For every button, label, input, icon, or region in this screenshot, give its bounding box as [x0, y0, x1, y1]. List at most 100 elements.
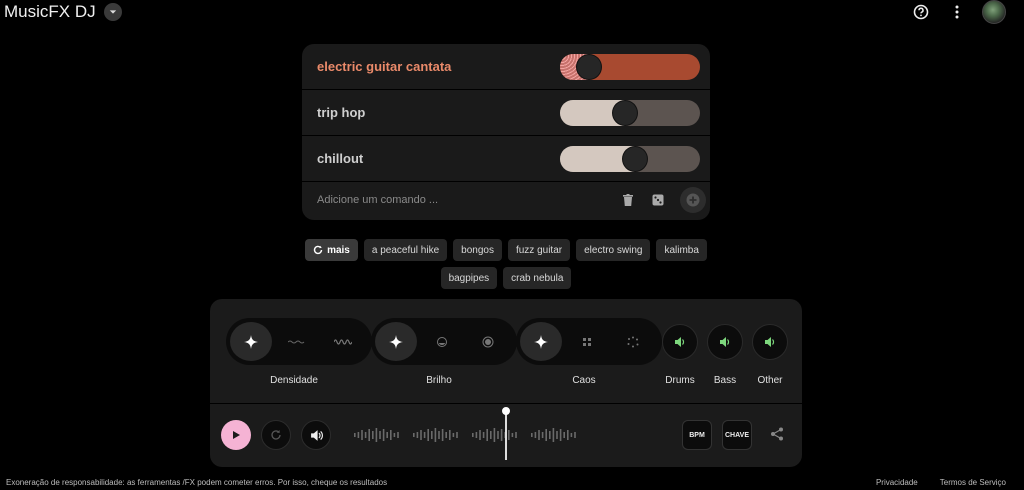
- prompt-weight-slider[interactable]: [560, 53, 700, 80]
- stem-other-toggle[interactable]: [752, 324, 788, 360]
- density-auto-option[interactable]: [230, 322, 272, 361]
- chaos-low-option[interactable]: [566, 322, 608, 361]
- prompt-weight-slider[interactable]: [560, 99, 700, 126]
- add-prompt-button[interactable]: [680, 187, 706, 213]
- prompt-row: chillout: [302, 136, 710, 182]
- density-group: [226, 318, 372, 365]
- dice-icon[interactable]: [650, 192, 666, 208]
- privacy-link[interactable]: Privacidade: [876, 478, 918, 487]
- waveform-bar: [445, 432, 447, 438]
- waveform-bar: [416, 432, 419, 438]
- header-actions: [910, 0, 1006, 24]
- suggestion-chips: mais a peaceful hike bongos fuzz guitar …: [300, 239, 712, 289]
- brightness-group: [371, 318, 517, 365]
- prompt-weight-slider[interactable]: [560, 145, 700, 172]
- chaos-group: [516, 318, 662, 365]
- stem-other-label: Other: [757, 375, 783, 386]
- chaos-auto-option[interactable]: [520, 322, 562, 361]
- density-label: Densidade: [270, 375, 318, 386]
- waveform-bar: [541, 432, 544, 438]
- volume-icon: [765, 337, 775, 347]
- chaos-high-option[interactable]: [612, 322, 654, 361]
- disclaimer-text: Exoneração de responsabilidade: as ferra…: [6, 478, 388, 487]
- key-button[interactable]: CHAVE: [722, 420, 752, 450]
- play-button[interactable]: [221, 420, 251, 450]
- dim-icon: [437, 336, 447, 347]
- prompt-label: trip hop: [317, 105, 366, 120]
- suggestion-chip[interactable]: crab nebula: [503, 267, 572, 289]
- help-icon[interactable]: [910, 1, 932, 23]
- wave-low-icon: [288, 340, 305, 343]
- waveform-bar: [390, 430, 392, 440]
- suggestion-chip[interactable]: kalimba: [656, 239, 707, 261]
- reset-button[interactable]: [261, 420, 291, 450]
- stem-bass-toggle[interactable]: [707, 324, 743, 360]
- waveform: [354, 428, 576, 442]
- more-label: mais: [327, 244, 350, 256]
- slider-knob[interactable]: [613, 100, 637, 125]
- waveform-bar: [574, 432, 576, 438]
- waveform-bar: [361, 430, 363, 440]
- waveform-bar: [508, 430, 510, 440]
- prompt-row: electric guitar cantata: [302, 44, 710, 90]
- waveform-bar: [368, 429, 370, 441]
- command-input[interactable]: [317, 194, 597, 206]
- waveform-bar: [423, 432, 426, 438]
- brightness-high-option[interactable]: [467, 322, 509, 361]
- suggestion-chip[interactable]: electro swing: [576, 239, 651, 261]
- suggestion-chip[interactable]: bongos: [453, 239, 502, 261]
- share-icon[interactable]: [770, 427, 786, 443]
- waveform-bar: [559, 429, 562, 441]
- waveform-bar: [393, 433, 396, 437]
- prompt-row: trip hop: [302, 90, 710, 136]
- waveform-bar: [482, 432, 485, 438]
- waveform-bar: [420, 430, 422, 440]
- grid-dots-icon: [583, 337, 591, 346]
- waveform-bar: [456, 432, 458, 438]
- waveform-bar: [563, 432, 565, 438]
- slider-knob[interactable]: [623, 146, 647, 171]
- delete-icon[interactable]: [620, 192, 636, 208]
- volume-icon: [720, 337, 730, 347]
- density-high-option[interactable]: [322, 322, 364, 361]
- suggestion-chip[interactable]: fuzz guitar: [507, 239, 571, 261]
- bpm-button[interactable]: BPM: [682, 420, 712, 450]
- waveform-bar: [475, 432, 478, 438]
- command-row: [302, 182, 710, 218]
- density-low-option[interactable]: [276, 322, 318, 361]
- terms-link[interactable]: Termos de Serviço: [940, 478, 1006, 487]
- suggestion-chip[interactable]: a peaceful hike: [363, 239, 448, 261]
- waveform-bar: [364, 432, 367, 438]
- brightness-label: Brilho: [426, 375, 452, 386]
- suggestion-chip[interactable]: bagpipes: [440, 267, 498, 289]
- waveform-bar: [386, 432, 388, 438]
- app-title-text: MusicFX DJ: [4, 2, 96, 21]
- waveform-bar: [552, 428, 555, 442]
- avatar[interactable]: [982, 0, 1006, 24]
- title-dropdown-button[interactable]: [103, 3, 122, 21]
- brightness-auto-option[interactable]: [375, 322, 417, 361]
- waveform-bar: [354, 433, 356, 437]
- waveform-bar: [549, 431, 551, 439]
- waveform-bar: [434, 428, 437, 442]
- play-icon: [233, 431, 240, 439]
- waveform-bar: [449, 430, 451, 440]
- stem-drums-toggle[interactable]: [662, 324, 698, 360]
- more-suggestions-chip[interactable]: mais: [305, 239, 358, 261]
- waveform-bar: [413, 433, 415, 437]
- slider-knob[interactable]: [577, 54, 601, 79]
- volume-button[interactable]: [301, 420, 331, 450]
- sparkle-icon: [389, 334, 403, 349]
- waveform-bar: [534, 432, 537, 438]
- waveform-bar: [472, 433, 474, 437]
- more-vert-icon[interactable]: [946, 1, 968, 23]
- playhead[interactable]: [502, 407, 510, 460]
- sparkle-icon: [244, 334, 258, 349]
- waveform-bar: [375, 428, 378, 442]
- prompt-label: electric guitar cantata: [317, 59, 452, 74]
- prompts-card: electric guitar cantata trip hop chillou…: [302, 44, 710, 220]
- waveform-bar: [500, 429, 503, 441]
- bright-icon: [482, 336, 494, 347]
- brightness-low-option[interactable]: [421, 322, 463, 361]
- waveform-bar: [486, 429, 488, 441]
